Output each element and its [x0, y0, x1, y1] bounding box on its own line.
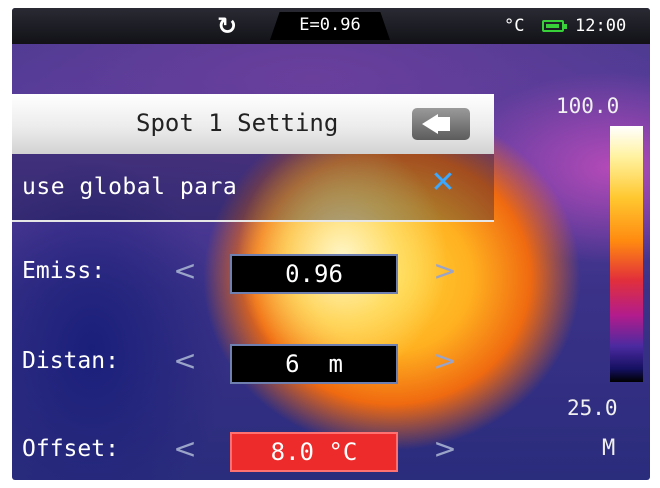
back-button[interactable]	[412, 108, 470, 140]
emissivity-status: E=0.96	[299, 15, 361, 35]
status-bar: ↻ E=0.96 °C 12:00	[12, 8, 650, 44]
range-mode-label[interactable]: M	[602, 436, 615, 461]
scale-min-label: 25.0	[567, 396, 618, 420]
global-param-option[interactable]: use global para ✕	[12, 154, 494, 222]
global-param-label: use global para	[22, 174, 238, 200]
chevron-right-icon[interactable]: >	[432, 254, 458, 288]
emissivity-row: Emiss: < 0.96 >	[12, 244, 494, 304]
settings-title-bar: Spot 1 Setting	[12, 94, 494, 154]
chevron-left-icon[interactable]: <	[172, 344, 198, 378]
emissivity-value-field[interactable]: 0.96	[230, 254, 398, 294]
chevron-left-icon[interactable]: <	[172, 254, 198, 288]
distance-row: Distan: < 6 m >	[12, 334, 494, 394]
unit-status: °C	[504, 16, 525, 36]
distance-value-field[interactable]: 6 m	[230, 344, 398, 384]
back-arrow-icon	[422, 114, 450, 134]
distance-label: Distan:	[22, 348, 119, 374]
page-title: Spot 1 Setting	[136, 109, 339, 137]
close-x-icon[interactable]: ✕	[426, 166, 460, 200]
offset-value-field[interactable]: 8.0 °C	[230, 432, 398, 472]
battery-icon	[542, 20, 567, 32]
divider	[12, 220, 494, 222]
thermal-camera-screen: ↻ E=0.96 °C 12:00 Spot 1 Setting use glo…	[12, 8, 650, 480]
scale-max-label: 100.0	[556, 94, 620, 118]
emissivity-label: Emiss:	[22, 258, 106, 284]
chevron-left-icon[interactable]: <	[172, 432, 198, 466]
chevron-right-icon[interactable]: >	[432, 432, 458, 466]
color-scale-bar	[610, 126, 643, 382]
chevron-right-icon[interactable]: >	[432, 344, 458, 378]
offset-row: Offset: < 8.0 °C >	[12, 422, 494, 480]
refresh-icon[interactable]: ↻	[214, 13, 240, 39]
offset-label: Offset:	[22, 436, 119, 462]
clock: 12:00	[575, 16, 627, 36]
